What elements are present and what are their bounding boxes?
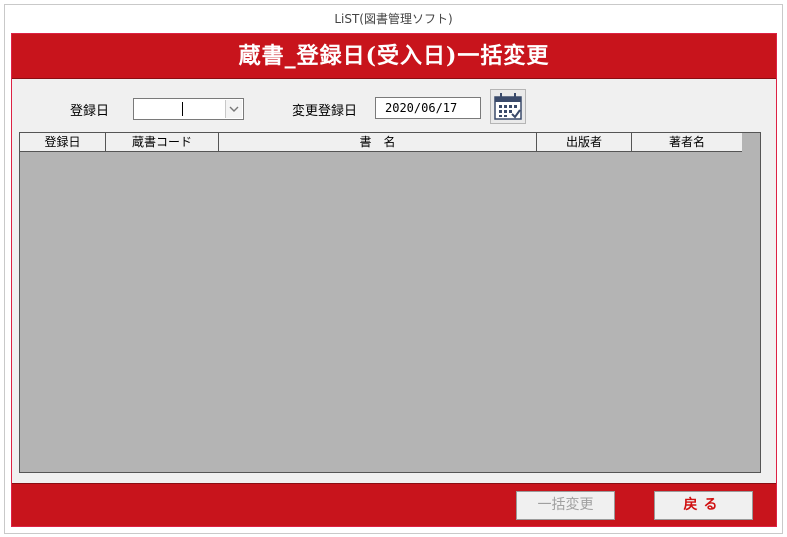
text-caret bbox=[182, 102, 183, 116]
books-grid[interactable]: 登録日 蔵書コード 書 名 出版者 著者名 bbox=[19, 132, 761, 473]
bulk-change-button[interactable]: 一括変更 bbox=[516, 491, 615, 520]
grid-header: 登録日 蔵書コード 書 名 出版者 著者名 bbox=[20, 133, 742, 152]
chevron-down-icon[interactable] bbox=[225, 100, 242, 118]
register-date-label: 登録日 bbox=[70, 104, 110, 119]
column-header-book-code[interactable]: 蔵書コード bbox=[106, 133, 219, 151]
footer-bar: 一括変更 戻る bbox=[12, 483, 776, 526]
register-date-combo[interactable] bbox=[133, 98, 244, 120]
column-header-author[interactable]: 著者名 bbox=[632, 133, 742, 151]
calendar-icon bbox=[494, 93, 522, 120]
form-frame: 蔵書_登録日(受入日)一括変更 登録日 変更登録日 2020/06/17 登録日… bbox=[11, 33, 777, 527]
change-date-label: 変更登録日 bbox=[292, 104, 358, 119]
column-header-publisher[interactable]: 出版者 bbox=[537, 133, 632, 151]
column-header-title[interactable]: 書 名 bbox=[219, 133, 537, 151]
page-title: 蔵書_登録日(受入日)一括変更 bbox=[238, 43, 550, 69]
back-button[interactable]: 戻る bbox=[654, 491, 753, 520]
header-bar: 蔵書_登録日(受入日)一括変更 bbox=[12, 34, 776, 79]
window-title: LiST(図書管理ソフト) bbox=[5, 5, 782, 33]
app-window: LiST(図書管理ソフト) 蔵書_登録日(受入日)一括変更 登録日 変更登録日 … bbox=[4, 4, 783, 534]
column-header-register-date[interactable]: 登録日 bbox=[20, 133, 106, 151]
calendar-button[interactable] bbox=[490, 89, 526, 124]
change-date-field[interactable]: 2020/06/17 bbox=[375, 97, 481, 119]
